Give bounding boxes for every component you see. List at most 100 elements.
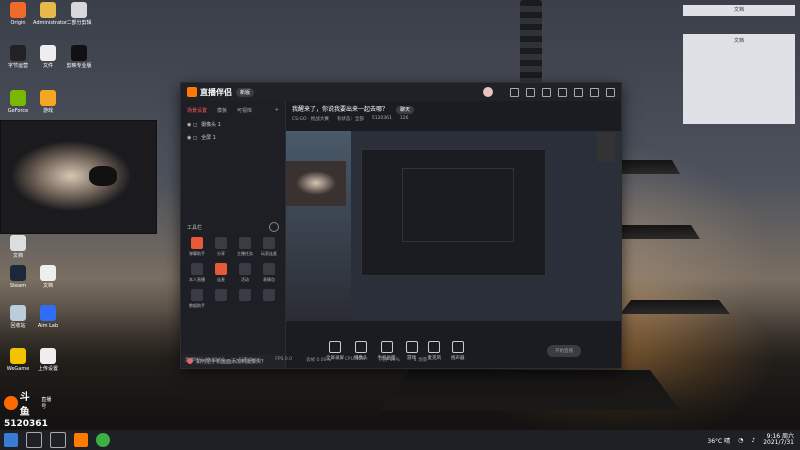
desktop-icon[interactable]: 字节运营	[3, 45, 33, 69]
tool-icon	[263, 237, 275, 249]
tool-label: 表情包	[263, 277, 275, 282]
desktop-icon[interactable]: 剪映专业版	[64, 45, 94, 69]
minimize-icon[interactable]	[574, 87, 583, 97]
volume-icon[interactable]: ♪	[751, 437, 755, 444]
wifi-icon[interactable]: ◔	[738, 437, 743, 444]
pagoda-roof	[610, 225, 700, 239]
douyu-watermark: 斗鱼 直播号 5120361	[4, 388, 56, 429]
tool-button[interactable]: 分享	[209, 237, 233, 257]
tab-scenes[interactable]: 场景设置	[187, 107, 207, 114]
version-badge[interactable]: 新版	[236, 87, 255, 97]
tool-label: 活动	[241, 277, 249, 282]
side-panel-widget[interactable]: 文档	[683, 34, 795, 124]
desktop-icon[interactable]: WeGame	[3, 348, 33, 372]
tab-templates[interactable]: 模板	[217, 107, 227, 114]
desktop-icon-label: 文件	[42, 63, 53, 69]
user-avatar[interactable]	[483, 87, 493, 97]
source-icon	[329, 341, 341, 353]
desktop-icon-label: 字节运营	[7, 63, 28, 69]
tool-button[interactable]	[209, 289, 233, 309]
title-bar[interactable]: 直播伴侣 新版	[181, 83, 621, 101]
app-logo-icon	[187, 87, 197, 97]
room-tag[interactable]: 聊天	[395, 106, 414, 114]
desktop-icon[interactable]: Administrator	[33, 2, 67, 26]
tool-icon	[191, 237, 203, 249]
desktop-icon-label: 上传设置	[37, 366, 58, 372]
scene-item[interactable]: ◉ ◻ 全屏 1	[181, 131, 285, 144]
app-taskbar-icon[interactable]	[74, 433, 88, 447]
source-icon	[451, 341, 464, 353]
tool-label: 分享	[217, 251, 225, 256]
status-item: 码率 0kb/s	[238, 358, 262, 363]
tool-icon	[239, 237, 251, 249]
gift-icon[interactable]	[526, 87, 535, 97]
tool-button[interactable]: 数据助手	[185, 289, 209, 309]
source-icon	[380, 341, 393, 353]
go-live-button[interactable]: 开始直播	[547, 345, 581, 357]
taskbar: 36°C 晴 ◔ ♪ 9:16 周六 2021/7/31	[0, 430, 800, 450]
desktop-icon-glyph	[10, 2, 26, 18]
tool-icon	[263, 263, 275, 275]
tool-button[interactable]: 玩家连麦	[257, 237, 281, 257]
task-view-icon[interactable]	[50, 432, 66, 448]
desktop-icon-label: WeGame	[6, 366, 30, 372]
desktop-icon[interactable]: 文件	[33, 45, 63, 69]
stream-preview[interactable]	[286, 131, 621, 321]
room-header: 我醒来了，你说我要出来一起去哪？ 聊天 CS:GO · 枪战大赛 有状态：全部 51…	[286, 101, 621, 131]
tool-button[interactable]	[257, 289, 281, 309]
desktop-icon[interactable]: 游戏	[33, 90, 63, 114]
menu-icon[interactable]	[558, 87, 567, 97]
tool-label: 弹幕助手	[189, 251, 205, 256]
tool-button[interactable]: 连麦	[209, 263, 233, 283]
desktop-icon-glyph	[10, 90, 26, 106]
desktop-icon-glyph	[10, 45, 26, 61]
desktop-icon[interactable]: Origin	[3, 2, 33, 26]
tool-button[interactable]	[233, 289, 257, 309]
tool-button[interactable]: 主播任务	[233, 237, 257, 257]
desktop-icon[interactable]: 文档	[3, 235, 33, 259]
tool-label: 数据助手	[189, 303, 205, 308]
room-info-item: 5120361	[371, 116, 392, 121]
live-companion-window[interactable]: 直播伴侣 新版 场景设置 模板 可视库 + ◉ ◻ 摄像头 1 ◉ ◻ 全屏 1…	[180, 82, 622, 369]
add-scene-icon[interactable]: +	[275, 107, 279, 114]
tool-button[interactable]: 本人直播	[185, 263, 209, 283]
source-icon	[405, 341, 418, 353]
tool-button[interactable]: 表情包	[257, 263, 281, 283]
desktop-icon[interactable]: Steam	[3, 265, 33, 289]
tab-library[interactable]: 可视库	[237, 107, 252, 114]
desktop-icon-label: 回收站	[10, 323, 26, 329]
desktop-icon[interactable]: 文档	[33, 265, 63, 289]
search-icon[interactable]	[26, 432, 42, 448]
close-icon[interactable]	[606, 87, 615, 97]
desktop-icon[interactable]: 二部分剪辑	[64, 2, 94, 26]
clock-date[interactable]: 2021/7/31	[763, 440, 794, 446]
desktop-icon[interactable]: 回收站	[3, 305, 33, 329]
desktop-icon-glyph	[10, 348, 26, 364]
start-icon[interactable]	[4, 433, 18, 447]
preview-webcam	[286, 161, 346, 206]
tool-icon	[215, 263, 227, 275]
toolbar-more-icon[interactable]	[269, 222, 279, 232]
room-title[interactable]: 我醒来了，你说我要出来一起去哪？	[292, 106, 388, 113]
toolbar-title: 工具栏	[187, 225, 203, 231]
desktop-icon[interactable]: GeForce	[3, 90, 33, 114]
preview-desktop-strip	[286, 131, 351, 321]
maximize-icon[interactable]	[590, 87, 599, 97]
weather-text[interactable]: 36°C 晴	[707, 436, 730, 445]
side-panel-header[interactable]: 文档	[683, 5, 795, 16]
desktop-icon-glyph	[10, 265, 26, 281]
desktop-icon-label: 文档	[42, 283, 53, 289]
settings-icon[interactable]	[542, 87, 551, 97]
desktop-icon[interactable]: 上传设置	[33, 348, 63, 372]
status-item: 丢帧 0.00%	[306, 358, 331, 363]
message-icon[interactable]	[510, 87, 519, 97]
tool-button[interactable]: 弹幕助手	[185, 237, 209, 257]
desktop-icon-glyph	[40, 348, 56, 364]
status-item: FPS 0.0	[275, 357, 293, 362]
tool-button[interactable]: 活动	[233, 263, 257, 283]
scene-item[interactable]: ◉ ◻ 摄像头 1	[181, 118, 285, 131]
desktop-icon[interactable]: Aim Lab	[33, 305, 63, 329]
browser-taskbar-icon[interactable]	[96, 433, 110, 447]
room-info-item[interactable]: CS:GO · 枪战大赛	[292, 116, 329, 122]
desktop-icon-label: 文档	[12, 253, 23, 259]
